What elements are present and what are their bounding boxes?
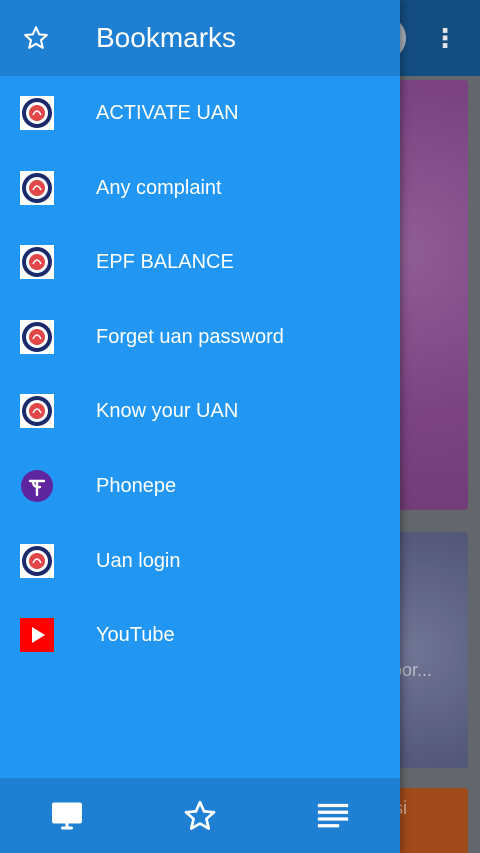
epfo-logo-icon [20, 96, 54, 130]
bookmark-item-forget-uan-password[interactable]: Forget uan password [0, 300, 400, 375]
bookmark-list: ACTIVATE UAN Any complaint EPF BALANCE F… [0, 76, 400, 673]
bookmark-label: Know your UAN [96, 400, 239, 423]
bookmark-item-activate-uan[interactable]: ACTIVATE UAN [0, 76, 400, 151]
bookmark-label: YouTube [96, 624, 175, 647]
bookmark-item-any-complaint[interactable]: Any complaint [0, 151, 400, 226]
bookmark-item-know-your-uan[interactable]: Know your UAN [0, 374, 400, 449]
bookmark-label: Uan login [96, 549, 181, 572]
drawer-header: Bookmarks [0, 0, 400, 76]
phonepe-icon [21, 469, 53, 502]
screen: ⋮ oor... si Bookmarks ACTIVATE UAN Any c… [0, 0, 480, 853]
youtube-icon [20, 618, 54, 653]
bookmark-item-phonepe[interactable]: Phonepe [0, 449, 400, 524]
bookmarks-drawer: Bookmarks ACTIVATE UAN Any complaint EPF… [0, 0, 400, 853]
bookmark-label: ACTIVATE UAN [96, 102, 239, 124]
epfo-logo-icon [20, 170, 54, 205]
bookmark-item-uan-login[interactable]: Uan login [0, 524, 400, 599]
desktop-icon[interactable] [49, 798, 85, 834]
epfo-logo-icon [20, 543, 54, 578]
bookmark-item-epf-balance[interactable]: EPF BALANCE [0, 225, 400, 300]
epfo-logo-icon [20, 319, 54, 354]
epfo-logo-icon [20, 394, 54, 429]
star-icon [24, 26, 48, 49]
bookmark-label: Any complaint [96, 176, 222, 199]
drawer-title: Bookmarks [96, 22, 237, 53]
star-icon[interactable] [182, 798, 218, 834]
bookmark-label: EPF BALANCE [96, 251, 234, 274]
bookmark-label: Forget uan password [96, 325, 284, 348]
bookmark-item-youtube[interactable]: YouTube [0, 598, 400, 673]
bookmark-label: Phonepe [96, 474, 177, 497]
drawer-bottom-bar [0, 778, 400, 853]
epfo-logo-icon [20, 245, 54, 280]
list-icon[interactable] [315, 798, 351, 834]
